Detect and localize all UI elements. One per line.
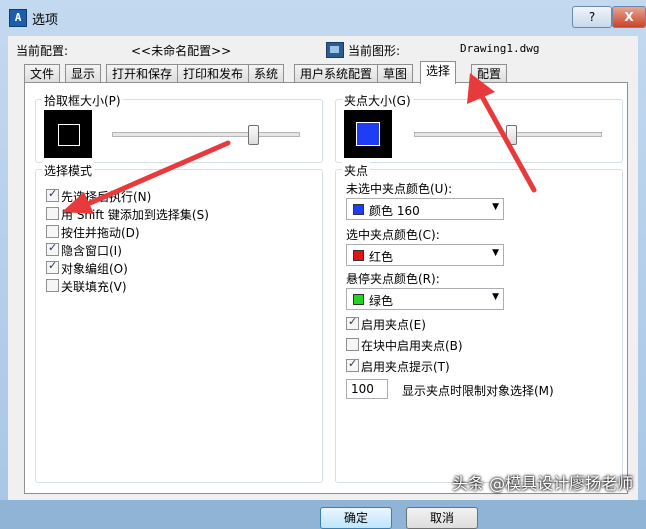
checkbox-box[interactable]	[346, 315, 359, 330]
window-title: 选项	[32, 13, 59, 28]
current-profile-value: <<未命名配置>>	[131, 44, 232, 58]
current-drawing-value: Drawing1.dwg	[460, 42, 540, 55]
current-profile-label: 当前配置:	[16, 44, 69, 58]
checkbox-box[interactable]	[346, 357, 359, 372]
checkbox-box[interactable]	[46, 259, 59, 274]
tab-selection[interactable]: 选择	[420, 61, 457, 84]
checkbox-box[interactable]	[46, 187, 59, 202]
pickbox-slider-thumb[interactable]	[248, 125, 260, 145]
tab-drafting[interactable]: 草图	[377, 64, 414, 83]
tab-files[interactable]: 文件	[24, 64, 61, 83]
unselected-grip-color-label: 未选中夹点颜色(U):	[346, 182, 453, 196]
checkbox-box[interactable]	[346, 338, 359, 351]
tab-display[interactable]: 显示	[65, 64, 102, 83]
tab-plot-publish[interactable]: 打印和发布	[177, 64, 250, 83]
ok-button[interactable]: 确定	[320, 507, 392, 529]
dropdown-arrow-icon: ▼	[492, 202, 499, 212]
dialog-body: 当前配置: <<未命名配置>> 当前图形: Drawing1.dwg 文件 显示…	[8, 36, 638, 529]
current-drawing-label: 当前图形:	[348, 44, 401, 58]
selected-grip-color-select[interactable]: 红色 ▼	[346, 244, 504, 266]
app-icon: A	[9, 9, 27, 27]
pickbox-slider-track[interactable]	[112, 132, 300, 137]
grip-size-group: 夹点大小(G)	[335, 92, 623, 163]
select-value: 红色	[369, 250, 394, 264]
grip-slider-thumb[interactable]	[505, 125, 517, 145]
checkbox-box[interactable]	[46, 241, 59, 256]
checkbox-label: 用 Shift 键添加到选择集(S)	[61, 208, 209, 222]
pickbox-size-label: 拾取框大小(P)	[42, 92, 123, 109]
pickbox-size-group: 拾取框大小(P)	[35, 92, 323, 163]
pickbox-square	[58, 124, 80, 146]
grip-object-limit-input[interactable]: 100	[346, 379, 388, 399]
tab-user-preferences[interactable]: 用户系统配置	[294, 64, 379, 83]
color-swatch	[353, 294, 364, 305]
color-swatch	[353, 250, 364, 261]
checkbox-label: 隐含窗口(I)	[61, 244, 122, 258]
selection-modes-label: 选择模式	[42, 162, 95, 179]
checkbox-box[interactable]	[46, 207, 59, 220]
close-button[interactable]: X	[612, 6, 646, 28]
checkbox-label: 先选择后执行(N)	[61, 190, 152, 204]
unselected-grip-color-select[interactable]: 颜色 160 ▼	[346, 198, 504, 220]
checkbox-box[interactable]	[46, 225, 59, 238]
checkbox-label: 对象编组(O)	[61, 262, 128, 276]
grips-group: 夹点 未选中夹点颜色(U): 颜色 160 ▼ 选中夹点颜色(C): 红色 ▼ …	[335, 162, 623, 483]
select-value: 绿色	[369, 294, 394, 308]
select-value: 颜色 160	[369, 204, 420, 218]
grips-label: 夹点	[342, 162, 371, 179]
tab-open-save[interactable]: 打开和保存	[106, 64, 179, 83]
checkbox-label: 启用夹点提示(T)	[361, 360, 450, 374]
drawing-icon	[326, 42, 344, 58]
grip-object-limit-label: 显示夹点时限制对象选择(M)	[402, 384, 554, 398]
help-button[interactable]: ?	[572, 6, 612, 28]
tab-system[interactable]: 系统	[248, 64, 285, 83]
options-dialog: A 选项 ? X 当前配置: <<未命名配置>> 当前图形: Drawing1.…	[0, 0, 646, 529]
checkbox-label: 按住并拖动(D)	[61, 226, 140, 240]
hover-grip-color-select[interactable]: 绿色 ▼	[346, 288, 504, 310]
checkbox-label: 关联填充(V)	[61, 280, 127, 294]
watermark: 头条 @模具设计廖扬老师	[452, 474, 634, 493]
tab-profiles[interactable]: 配置	[471, 64, 508, 83]
checkbox-label: 在块中启用夹点(B)	[361, 339, 463, 353]
dropdown-arrow-icon: ▼	[492, 292, 499, 302]
color-swatch	[353, 204, 364, 215]
pickbox-preview	[44, 110, 92, 158]
selected-grip-color-label: 选中夹点颜色(C):	[346, 228, 440, 242]
hover-grip-color-label: 悬停夹点颜色(R):	[346, 272, 440, 286]
selection-modes-group: 选择模式 先选择后执行(N) 用 Shift 键添加到选择集(S) 按住并拖动(…	[35, 162, 323, 483]
grip-preview	[344, 110, 392, 158]
title-bar[interactable]: A 选项 ? X	[0, 0, 646, 36]
grip-size-label: 夹点大小(G)	[342, 92, 413, 109]
selection-tab-panel: 拾取框大小(P) 选择模式 先选择后执行(N) 用 Shift 键添加到选择集(…	[24, 82, 628, 494]
cancel-button[interactable]: 取消	[406, 507, 478, 529]
checkbox-box[interactable]	[46, 279, 59, 292]
grip-square	[356, 122, 380, 146]
checkbox-label: 启用夹点(E)	[361, 318, 426, 332]
dropdown-arrow-icon: ▼	[492, 248, 499, 258]
